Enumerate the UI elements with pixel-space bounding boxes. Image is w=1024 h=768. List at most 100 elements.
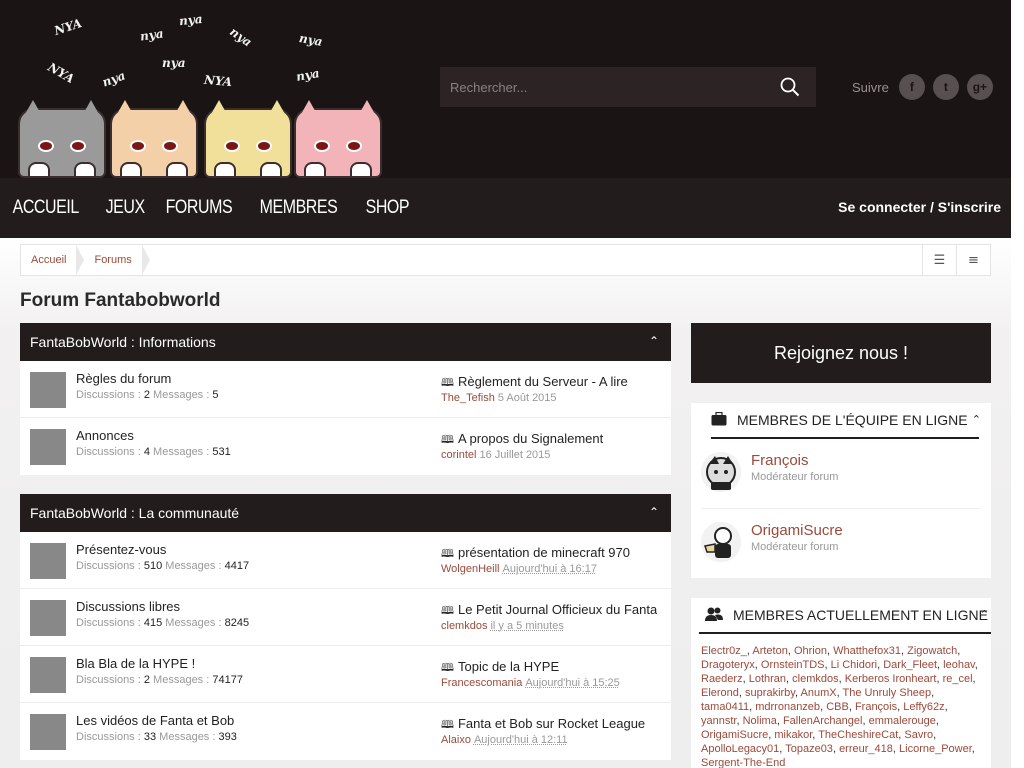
online-member-link[interactable]: leohav bbox=[943, 659, 975, 671]
logo-nya-text: nya bbox=[227, 24, 255, 50]
online-member-link[interactable]: Leffy62z bbox=[903, 701, 944, 713]
nav-item-shop[interactable]: SHOP bbox=[353, 197, 422, 219]
last-post-user[interactable]: clemkdos bbox=[441, 620, 487, 632]
breadcrumb-item-accueil[interactable]: Accueil bbox=[21, 245, 85, 275]
online-member-link[interactable]: emmalerouge bbox=[869, 715, 936, 727]
online-member-link[interactable]: Dark_Fleet bbox=[883, 659, 937, 671]
online-member-link[interactable]: Lothran bbox=[749, 673, 786, 685]
discussions-count: 510 bbox=[143, 560, 163, 572]
collapse-chevron-icon[interactable]: ⌃ bbox=[649, 334, 659, 348]
online-member-link[interactable]: FallenArchangel bbox=[783, 715, 863, 727]
forum-icon[interactable] bbox=[30, 600, 66, 636]
nav-item-jeux[interactable]: JEUX bbox=[93, 197, 157, 219]
online-member-link[interactable]: erreur_418 bbox=[839, 743, 893, 755]
category-header[interactable]: FantaBobWorld : La communauté ⌃ bbox=[20, 494, 671, 532]
last-thread-link[interactable]: 🕮 Topic de la HYPE bbox=[441, 659, 559, 678]
online-member-link[interactable]: OrnsteinTDS bbox=[761, 659, 825, 671]
online-member-link[interactable]: clemkdos bbox=[792, 673, 838, 685]
logo-nya-text: nya bbox=[162, 56, 186, 70]
nav-item-accueil[interactable]: ACCUEIL bbox=[0, 197, 91, 219]
last-thread-title: Topic de la HYPE bbox=[457, 659, 560, 674]
category-header[interactable]: FantaBobWorld : Informations ⌃ bbox=[20, 323, 671, 361]
last-thread-link[interactable]: 🕮 Règlement du Serveur - A lire bbox=[441, 374, 628, 393]
online-member-link[interactable]: re_cel bbox=[943, 673, 973, 685]
online-member-link[interactable]: Arteton bbox=[752, 645, 787, 657]
avatar[interactable] bbox=[701, 522, 741, 562]
last-post-user[interactable]: Alaixo bbox=[441, 734, 471, 746]
online-member-link[interactable]: mikakor bbox=[774, 729, 812, 741]
widget-title: MEMBRES ACTUELLEMENT EN LIGNE bbox=[733, 607, 988, 623]
forum-title[interactable]: Présentez-vous bbox=[76, 542, 166, 557]
last-post-user[interactable]: WolgenHeill bbox=[441, 563, 500, 575]
collapse-chevron-icon[interactable]: ⌃ bbox=[649, 505, 659, 519]
forum-icon[interactable] bbox=[30, 429, 66, 465]
online-member-link[interactable]: François bbox=[855, 701, 897, 713]
site-header: NYAnyanyanyanyaNYAnyanyaNYAnya Suivre f … bbox=[0, 0, 1011, 178]
twitter-icon[interactable]: t bbox=[932, 74, 959, 100]
online-member-link[interactable]: Topaze03 bbox=[785, 743, 833, 755]
last-thread-link[interactable]: 🕮 présentation de minecraft 970 bbox=[441, 545, 630, 564]
online-member-link[interactable]: OrigamiSucre bbox=[701, 729, 768, 741]
online-member-link[interactable]: yannstr bbox=[701, 715, 736, 727]
online-member-link[interactable]: AnumX bbox=[801, 687, 837, 699]
online-member-link[interactable]: tama0411 bbox=[701, 701, 749, 713]
forum-title[interactable]: Bla Bla de la HYPE ! bbox=[76, 656, 195, 671]
online-member-link[interactable]: TheCheshireCat bbox=[818, 729, 898, 741]
last-thread-link[interactable]: 🕮 Fanta et Bob sur Rocket League bbox=[441, 716, 645, 735]
online-member-link[interactable]: The Unruly Sheep bbox=[843, 687, 932, 699]
online-member-link[interactable]: Nolima bbox=[743, 715, 777, 727]
online-member-link[interactable]: mdrronanzeb bbox=[755, 701, 820, 713]
collapse-chevron-icon[interactable]: ⌃ bbox=[972, 413, 981, 426]
online-member-link[interactable]: Raederz bbox=[701, 673, 743, 685]
forum-category-communaute: FantaBobWorld : La communauté ⌃ Présente… bbox=[20, 494, 671, 760]
list-view-icon[interactable]: ≡ bbox=[956, 245, 990, 275]
forum-icon[interactable] bbox=[30, 372, 66, 408]
last-thread-title: présentation de minecraft 970 bbox=[457, 545, 630, 560]
online-member-link[interactable]: suprakirby bbox=[745, 687, 795, 699]
forum-title[interactable]: Discussions libres bbox=[76, 599, 180, 614]
online-member-link[interactable]: Licorne_Power bbox=[899, 743, 972, 755]
forum-icon[interactable] bbox=[30, 714, 66, 750]
forum-icon[interactable] bbox=[30, 657, 66, 693]
forum-title[interactable]: Règles du forum bbox=[76, 371, 171, 386]
online-member-link[interactable]: CBB bbox=[826, 701, 849, 713]
last-post-meta: clemkdos il y a 5 minutes bbox=[441, 620, 564, 632]
login-register-link[interactable]: Se connecter / S'inscrire bbox=[838, 199, 1001, 215]
forum-title[interactable]: Les vidéos de Fanta et Bob bbox=[76, 713, 234, 728]
messages-label: Messages : bbox=[153, 674, 210, 686]
mark-read-icon[interactable]: ☰ bbox=[922, 245, 956, 275]
staff-name[interactable]: OrigamiSucre bbox=[751, 522, 843, 539]
search-input[interactable] bbox=[440, 67, 764, 107]
online-member-link[interactable]: Ohrion bbox=[794, 645, 827, 657]
facebook-icon[interactable]: f bbox=[898, 74, 925, 100]
online-member-link[interactable]: Dragoteryx bbox=[701, 659, 755, 671]
forum-title[interactable]: Annonces bbox=[76, 428, 134, 443]
book-icon: 🕮 bbox=[441, 662, 454, 674]
site-logo[interactable]: NYA nya nya nya nya NYA nya nya NYA nya bbox=[14, 8, 384, 178]
forum-stats: Discussions : 2 Messages : 5 bbox=[76, 389, 218, 401]
forum-icon[interactable] bbox=[30, 543, 66, 579]
nav-item-forums[interactable]: FORUMS bbox=[153, 197, 245, 219]
last-thread-link[interactable]: 🕮 A propos du Signalement bbox=[441, 431, 603, 450]
last-thread-link[interactable]: 🕮 Le Petit Journal Officieux du Fanta bbox=[441, 602, 657, 621]
avatar[interactable] bbox=[701, 452, 741, 492]
last-post-user[interactable]: Francescomania bbox=[441, 677, 522, 689]
nav-item-membres[interactable]: MEMBRES bbox=[247, 197, 350, 219]
search-button[interactable] bbox=[764, 67, 816, 107]
staff-name[interactable]: François bbox=[751, 452, 809, 469]
online-member-link[interactable]: Li Chidori bbox=[831, 659, 877, 671]
online-member-link[interactable]: Whatthefox31 bbox=[833, 645, 901, 657]
online-member-link[interactable]: Elerond bbox=[701, 687, 739, 699]
online-member-link[interactable]: Sergent-The-End bbox=[701, 757, 785, 768]
google-plus-icon[interactable]: g+ bbox=[966, 74, 993, 100]
online-member-link[interactable]: Kerberos Ironheart bbox=[845, 673, 937, 685]
online-member-link[interactable]: ApolloLegacy01 bbox=[701, 743, 779, 755]
last-post-user[interactable]: corintel bbox=[441, 449, 476, 461]
last-post-user[interactable]: The_Tefish bbox=[441, 392, 495, 404]
online-member-link[interactable]: Zigowatch bbox=[907, 645, 957, 657]
join-button[interactable]: Rejoignez nous ! bbox=[691, 323, 991, 383]
online-member-link[interactable]: Savro bbox=[904, 729, 933, 741]
breadcrumb-item-forums[interactable]: Forums bbox=[84, 245, 151, 275]
collapse-chevron-icon[interactable]: ⌃ bbox=[980, 608, 989, 621]
online-member-link[interactable]: Electr0z_ bbox=[701, 645, 747, 657]
